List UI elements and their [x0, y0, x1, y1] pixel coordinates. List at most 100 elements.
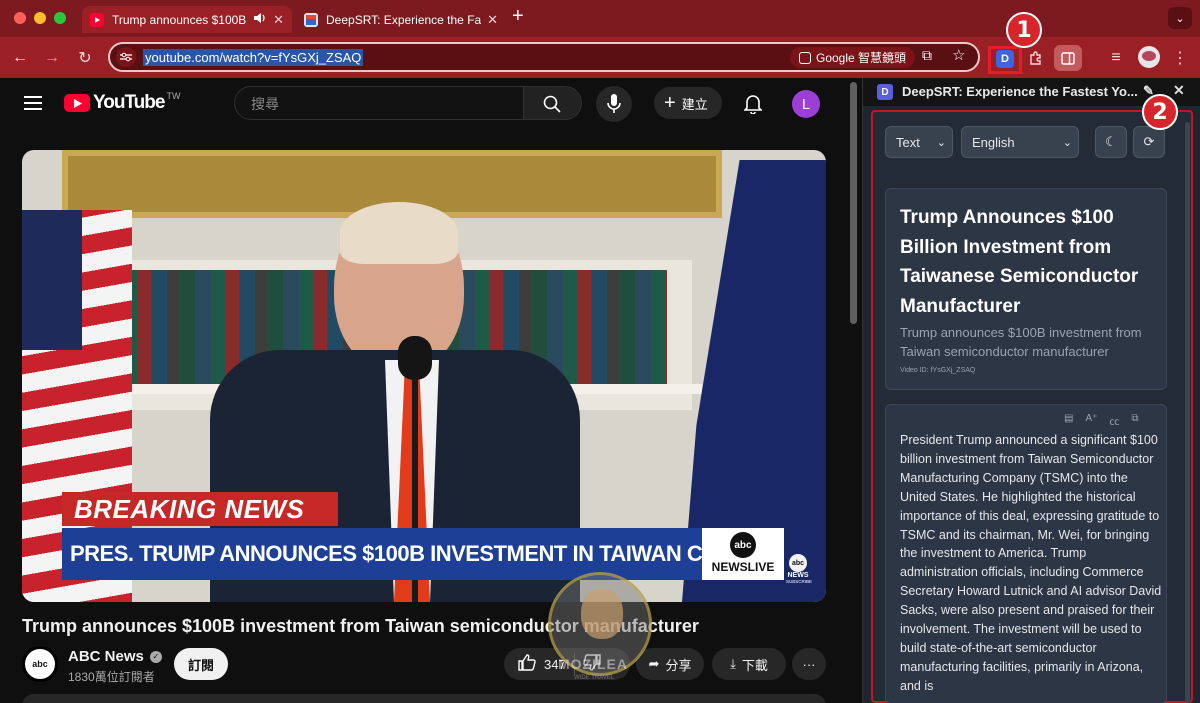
lens-label: Google 智慧鏡頭 — [816, 51, 907, 65]
tab-search-button[interactable]: ⌄ — [1168, 7, 1192, 29]
youtube-favicon-icon — [90, 12, 104, 27]
tune-icon — [120, 52, 132, 62]
summary-text: President Trump announced a significant … — [900, 433, 1162, 693]
avatar-graphic-icon — [1142, 51, 1156, 61]
address-bar[interactable]: youtube.com/watch?v=fYsGXj_ZSAQ Google 智… — [108, 42, 980, 72]
reload-icon: ↻ — [78, 50, 92, 67]
youtube-logo[interactable]: YouTube TW — [64, 91, 180, 114]
breaking-news-banner: BREAKING NEWS — [62, 492, 338, 526]
summary-title: Trump Announces $100 Billion Investment … — [900, 207, 1139, 317]
lens-icon — [799, 51, 811, 64]
search-button[interactable] — [524, 86, 582, 120]
arrow-right-icon: → — [44, 49, 60, 66]
share-arrow-icon: ➦ — [648, 656, 660, 671]
subtitles-icon[interactable]: ㏄ — [1109, 413, 1119, 428]
chevron-down-icon: ⌄ — [936, 136, 946, 149]
abc-circle-logo: abc — [730, 532, 756, 558]
video-player[interactable]: BREAKING NEWS PRES. TRUMP ANNOUNCES $100… — [22, 150, 826, 602]
newslive-text: NEWSLIVE — [711, 560, 775, 574]
new-tab-button[interactable]: + — [512, 5, 524, 28]
install-app-icon[interactable]: ⧉ — [922, 47, 932, 64]
copy-icon[interactable]: ⧉ — [1131, 413, 1138, 428]
refresh-icon: ⟳ — [1143, 134, 1155, 149]
channel-name[interactable]: ABC News — [68, 648, 144, 665]
close-tab-icon[interactable]: ✕ — [273, 12, 284, 28]
download-icon: ⤓ — [730, 656, 736, 671]
tab-deepsrt[interactable]: DeepSRT: Experience the Fas ✕ — [296, 6, 506, 33]
summary-subtitle: Trump announces $100B investment from Ta… — [900, 325, 1142, 359]
browser-menu-icon[interactable]: ⋮ — [1168, 46, 1192, 70]
moon-icon: ☾ — [1105, 134, 1117, 149]
more-actions-button[interactable]: ··· — [792, 648, 826, 680]
share-button[interactable]: ➦ 分享 — [636, 648, 704, 680]
language-select-value: English — [972, 134, 1015, 150]
notifications-bell-icon[interactable] — [743, 94, 763, 119]
channel-avatar[interactable]: abc — [22, 646, 58, 682]
summary-header-card: Trump Announces $100 Billion Investment … — [885, 188, 1167, 390]
description-box[interactable] — [22, 694, 826, 703]
abc-corner-bug: abc NEWS SUBSCRIBE — [786, 554, 813, 598]
close-window-button[interactable] — [14, 12, 26, 24]
panel-scrollbar[interactable] — [1185, 122, 1190, 703]
forward-button[interactable]: → — [40, 46, 64, 70]
profile-avatar[interactable] — [1138, 46, 1160, 68]
extensions-puzzle-icon[interactable] — [1024, 46, 1048, 70]
download-button[interactable]: ⤓ 下載 — [712, 648, 786, 680]
screen: Trump announces $100B ✕ DeepSRT: Experie… — [0, 0, 1200, 703]
deepsrt-badge-icon: D — [877, 84, 893, 100]
voice-search-button[interactable] — [596, 86, 632, 122]
minimize-window-button[interactable] — [34, 12, 46, 24]
font-size-icon[interactable]: A⁺ — [1085, 413, 1097, 428]
chevron-down-icon: ⌄ — [1062, 136, 1072, 149]
maximize-window-button[interactable] — [54, 12, 66, 24]
corner-abc-logo: abc — [789, 554, 807, 572]
back-button[interactable]: ← — [8, 46, 32, 70]
watermark-subtext: WIDE TRAVEL — [574, 675, 615, 681]
annotation-badge-2: 2 — [1142, 94, 1178, 130]
channel-avatar-text: abc — [32, 659, 48, 669]
summary-tools: ▤ A⁺ ㏄ ⧉ — [1064, 413, 1139, 428]
page-scrollbar[interactable] — [850, 82, 857, 324]
subscriber-count: 1830萬位訂閱者 — [68, 670, 155, 684]
refresh-button[interactable]: ⟳ — [1133, 126, 1165, 158]
close-tab-icon[interactable]: ✕ — [487, 12, 498, 28]
language-select[interactable]: English ⌄ — [961, 126, 1079, 158]
annotation-badge-1: 1 — [1006, 12, 1042, 48]
deepsrt-extension-button[interactable]: D — [996, 50, 1014, 68]
channel-name-row[interactable]: ABC News ✓ — [68, 648, 162, 665]
google-lens-button[interactable]: Google 智慧鏡頭 — [790, 47, 916, 68]
close-panel-icon[interactable]: ✕ — [1173, 82, 1185, 99]
site-info-button[interactable] — [116, 47, 136, 67]
tab-youtube[interactable]: Trump announces $100B ✕ — [82, 6, 292, 33]
watermark-text: MOZILEA — [558, 656, 628, 672]
dark-mode-toggle[interactable]: ☾ — [1095, 126, 1127, 158]
search-icon — [543, 95, 561, 113]
reload-button[interactable]: ↻ — [73, 46, 97, 70]
bookmark-star-icon[interactable]: ☆ — [952, 46, 965, 64]
share-label: 分享 — [665, 657, 692, 673]
mode-select-value: Text — [896, 134, 920, 150]
speaker-icon[interactable] — [253, 12, 267, 27]
corner-news-text: NEWS — [787, 572, 809, 579]
hamburger-menu-icon[interactable] — [24, 96, 42, 110]
youtube-page: YouTube TW 搜尋 + 建立 L BREAKING NEWS PRES.… — [0, 78, 860, 703]
microphone-icon — [607, 94, 621, 113]
url-text[interactable]: youtube.com/watch?v=fYsGXj_ZSAQ — [143, 49, 364, 66]
abc-newslive-logo: abc NEWSLIVE — [702, 528, 784, 580]
document-icon[interactable]: ▤ — [1064, 413, 1073, 428]
create-button[interactable]: + 建立 — [654, 87, 722, 119]
corner-subscribe-text: SUBSCRIBE — [786, 579, 813, 584]
subscribe-button[interactable]: 訂閱 — [174, 648, 228, 680]
account-avatar[interactable]: L — [792, 90, 820, 118]
video-title: Trump announces $100B investment from Ta… — [22, 616, 699, 636]
thumbs-up-icon[interactable] — [518, 654, 536, 674]
side-panel-button[interactable] — [1054, 45, 1082, 71]
search-input[interactable]: 搜尋 — [234, 86, 524, 120]
flag-canton — [22, 210, 82, 350]
watermark-face-icon — [581, 589, 623, 639]
summary-content-card: ▤ A⁺ ㏄ ⧉ President Trump announced a sig… — [885, 404, 1167, 703]
mode-select[interactable]: Text ⌄ — [885, 126, 953, 158]
tab-title: DeepSRT: Experience the Fas — [326, 12, 482, 27]
side-panel: D DeepSRT: Experience the Fastest Yo... … — [862, 78, 1200, 703]
reading-list-icon[interactable]: ≡ — [1104, 46, 1128, 70]
